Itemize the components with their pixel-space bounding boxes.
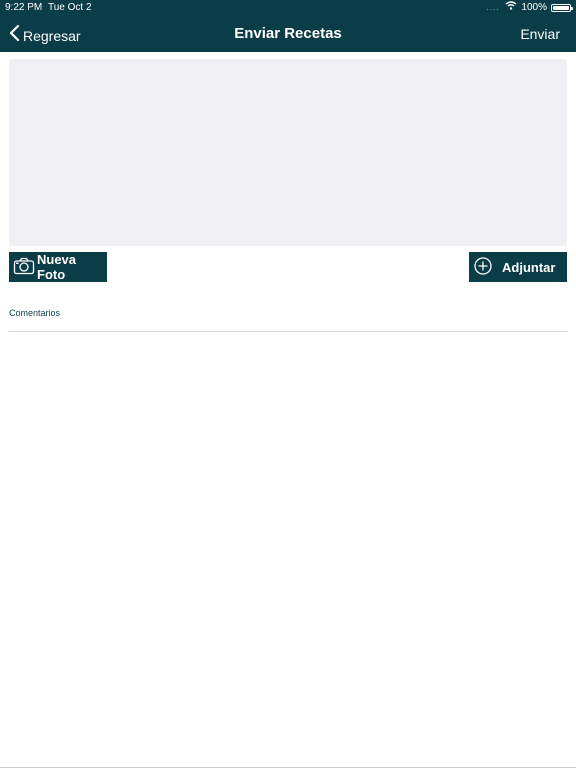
navigation-bar: Regresar Enviar Recetas Enviar bbox=[0, 18, 576, 50]
battery-icon bbox=[551, 3, 573, 12]
status-bar: 9:22 PM Tue Oct 2 .... 100% bbox=[0, 0, 576, 15]
photo-preview-area[interactable] bbox=[9, 59, 567, 246]
new-photo-button[interactable]: Nueva Foto bbox=[9, 252, 107, 282]
comments-label: Comentarios bbox=[9, 308, 61, 318]
send-button[interactable]: Enviar bbox=[520, 24, 560, 44]
add-circle-icon bbox=[474, 256, 492, 278]
battery-percent: 100% bbox=[521, 2, 547, 13]
top-bar: 9:22 PM Tue Oct 2 .... 100% Regresar Env… bbox=[0, 0, 576, 52]
status-right: .... 100% bbox=[486, 0, 573, 15]
signal-dots: .... bbox=[486, 3, 500, 12]
attach-button[interactable]: Adjuntar bbox=[469, 252, 567, 282]
page-title: Enviar Recetas bbox=[234, 25, 342, 42]
status-date: Tue Oct 2 bbox=[48, 2, 92, 13]
camera-icon bbox=[13, 257, 35, 278]
attach-label: Adjuntar bbox=[502, 259, 556, 275]
wifi-icon bbox=[505, 0, 517, 15]
comments-divider bbox=[9, 331, 567, 332]
new-photo-label: Nueva Foto bbox=[37, 252, 77, 282]
status-time: 9:22 PM bbox=[5, 2, 43, 13]
